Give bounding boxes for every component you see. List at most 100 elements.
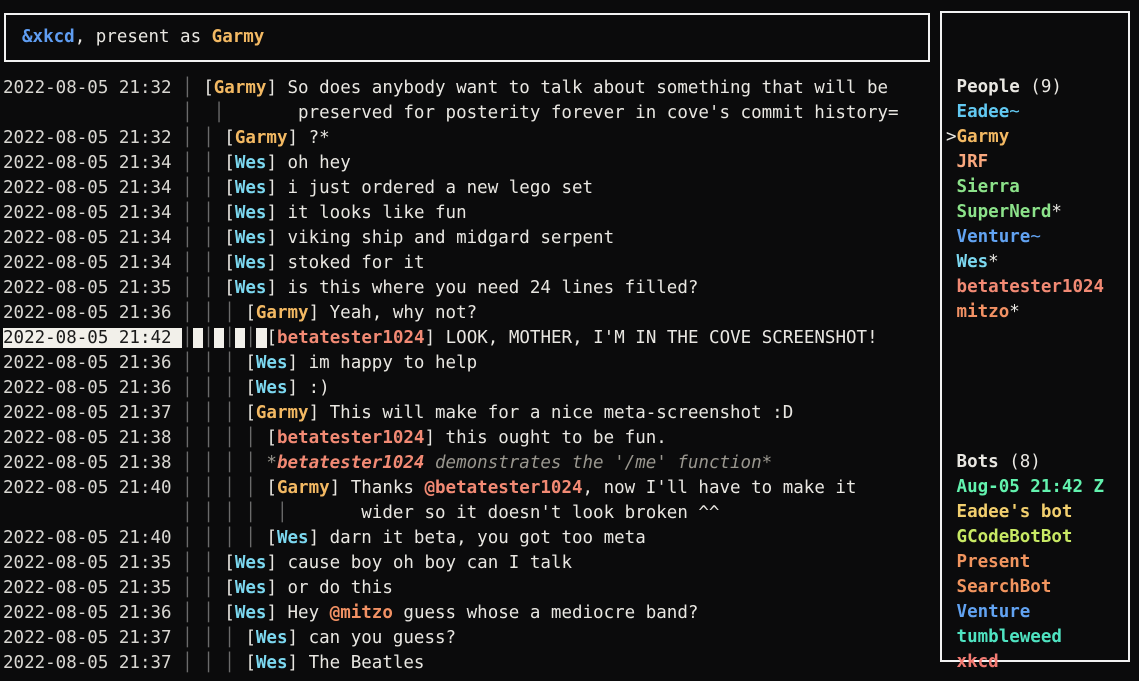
thread-rail: │ │ │ bbox=[182, 353, 245, 373]
message-text: [ bbox=[266, 428, 277, 448]
chat-message-row[interactable]: 2022-08-05 21:35 │ │ [Wes] cause boy oh … bbox=[3, 551, 899, 576]
message-text: [ bbox=[224, 603, 235, 623]
message-text: [ bbox=[245, 628, 256, 648]
chat-message-row[interactable]: 2022-08-05 21:34 │ │ [Wes] it looks like… bbox=[3, 201, 899, 226]
message-text: ] Thanks bbox=[330, 478, 425, 498]
people-item[interactable]: >Garmy bbox=[946, 125, 1128, 150]
chat-message-row[interactable]: 2022-08-05 21:36 │ │ [Wes] Hey @mitzo gu… bbox=[3, 601, 899, 626]
chat-message-row[interactable]: 2022-08-05 21:34 │ │ [Wes] oh hey bbox=[3, 151, 899, 176]
timestamp: 2022-08-05 21:38 bbox=[3, 453, 182, 473]
chat-message-row[interactable]: 2022-08-05 21:40 │ │ │ │ [Garmy] Thanks … bbox=[3, 476, 899, 501]
chat-message-row[interactable]: 2022-08-05 21:37 │ │ │ [Garmy] This will… bbox=[3, 401, 899, 426]
active-marker bbox=[946, 602, 957, 622]
thread-rail: │ │ bbox=[182, 178, 224, 198]
chat-log[interactable]: 2022-08-05 21:32 │ [Garmy] So does anybo… bbox=[3, 76, 899, 676]
message-text: [ bbox=[267, 328, 278, 348]
chat-message-row[interactable]: 2022-08-05 21:35 │ │ [Wes] is this where… bbox=[3, 276, 899, 301]
people-count: (9) bbox=[1020, 77, 1062, 97]
selection-cell bbox=[193, 328, 204, 348]
nick-text: Wes bbox=[235, 228, 267, 248]
thread-rail: │ bbox=[182, 328, 193, 348]
message-text: ] Hey bbox=[266, 603, 329, 623]
member-nick: tumbleweed bbox=[957, 627, 1062, 647]
message-text: ] or do this bbox=[266, 578, 392, 598]
bots-item[interactable]: Eadee's bot bbox=[946, 500, 1128, 525]
member-panel: People (9) Eadee~>Garmy JRF Sierra Super… bbox=[940, 11, 1130, 662]
bots-item[interactable]: Aug-05 21:42 Z bbox=[946, 475, 1128, 500]
chat-message-row[interactable]: 2022-08-05 21:38 │ │ │ │ *betatester1024… bbox=[3, 451, 899, 476]
timestamp: 2022-08-05 21:32 bbox=[3, 78, 182, 98]
chat-message-row[interactable]: 2022-08-05 21:37 │ │ │ [Wes] The Beatles bbox=[3, 651, 899, 676]
nick-text: Wes bbox=[256, 628, 288, 648]
chat-message-row[interactable]: 2022-08-05 21:34 │ │ [Wes] i just ordere… bbox=[3, 176, 899, 201]
message-text: ] Yeah, why not? bbox=[309, 303, 478, 323]
timestamp: 2022-08-05 21:37 bbox=[3, 403, 182, 423]
active-marker bbox=[946, 652, 957, 672]
chat-message-row[interactable]: 2022-08-05 21:37 │ │ │ [Wes] can you gue… bbox=[3, 626, 899, 651]
people-item[interactable]: Venture~ bbox=[946, 225, 1128, 250]
timestamp: 2022-08-05 21:37 bbox=[3, 628, 182, 648]
thread-rail: │ │ bbox=[182, 128, 224, 148]
people-list: People (9) Eadee~>Garmy JRF Sierra Super… bbox=[946, 75, 1128, 325]
message-text: ] i just ordered a new lego set bbox=[266, 178, 593, 198]
bots-title: Bots (8) bbox=[946, 450, 1128, 475]
chat-message-row[interactable]: 2022-08-05 21:36 │ │ │ [Garmy] Yeah, why… bbox=[3, 301, 899, 326]
chat-message-row[interactable]: 2022-08-05 21:36 │ │ │ [Wes] :) bbox=[3, 376, 899, 401]
bots-item[interactable]: Present bbox=[946, 550, 1128, 575]
message-text: ] cause boy oh boy can I talk bbox=[266, 553, 572, 573]
thread-rail: │ bbox=[203, 328, 214, 348]
chat-message-row[interactable]: │ │ │ │ │ wider so it doesn't look broke… bbox=[3, 501, 899, 526]
presence-nick: Garmy bbox=[212, 27, 265, 47]
people-item[interactable]: mitzo* bbox=[946, 300, 1128, 325]
chat-message-row[interactable]: 2022-08-05 21:34 │ │ [Wes] viking ship a… bbox=[3, 226, 899, 251]
people-item[interactable]: Sierra bbox=[946, 175, 1128, 200]
timestamp: 2022-08-05 21:40 bbox=[3, 478, 182, 498]
bots-item[interactable]: GCodeBotBot bbox=[946, 525, 1128, 550]
timestamp: 2022-08-05 21:38 bbox=[3, 428, 182, 448]
chat-message-row[interactable]: 2022-08-05 21:32 │ │ [Garmy] ?* bbox=[3, 126, 899, 151]
chat-app-window: &xkcd, present as Garmy 2022-08-05 21:32… bbox=[0, 0, 1139, 681]
thread-rail: │ │ │ │ bbox=[182, 453, 266, 473]
thread-rail: │ │ │ │ bbox=[182, 428, 266, 448]
bots-item[interactable]: SearchBot bbox=[946, 575, 1128, 600]
people-item[interactable]: SuperNerd* bbox=[946, 200, 1128, 225]
message-text: ] darn it beta, you got too meta bbox=[309, 528, 646, 548]
nick-text: Wes bbox=[235, 578, 267, 598]
selection-cell bbox=[256, 328, 267, 348]
timestamp: 2022-08-05 21:32 bbox=[3, 128, 182, 148]
chat-message-row[interactable]: 2022-08-05 21:40 │ │ │ │ [Wes] darn it b… bbox=[3, 526, 899, 551]
message-text: [ bbox=[224, 253, 235, 273]
chat-message-row[interactable]: 2022-08-05 21:32 │ [Garmy] So does anybo… bbox=[3, 76, 899, 101]
message-text: ] stoked for it bbox=[266, 253, 424, 273]
message-text: ] :) bbox=[288, 378, 330, 398]
chat-message-row[interactable]: │ │ preserved for posterity forever in c… bbox=[3, 101, 899, 126]
timestamp: 2022-08-05 21:36 bbox=[3, 603, 182, 623]
bots-count: (8) bbox=[999, 452, 1041, 472]
active-marker bbox=[946, 527, 957, 547]
people-item[interactable]: betatester1024 bbox=[946, 275, 1128, 300]
member-nick: mitzo bbox=[957, 302, 1010, 322]
thread-rail: │ │ │ bbox=[182, 403, 245, 423]
thread-rail: │ │ bbox=[182, 253, 224, 273]
bots-item[interactable]: tumbleweed bbox=[946, 625, 1128, 650]
chat-message-row[interactable]: 2022-08-05 21:34 │ │ [Wes] stoked for it bbox=[3, 251, 899, 276]
chat-message-row[interactable]: 2022-08-05 21:35 │ │ [Wes] or do this bbox=[3, 576, 899, 601]
people-item[interactable]: Eadee~ bbox=[946, 100, 1128, 125]
message-text: [ bbox=[245, 353, 256, 373]
timestamp bbox=[3, 103, 182, 123]
chat-message-row[interactable]: 2022-08-05 21:38 │ │ │ │ [betatester1024… bbox=[3, 426, 899, 451]
thread-rail: │ │ │ │ bbox=[182, 528, 266, 548]
chat-message-row[interactable]: 2022-08-05 21:36 │ │ │ [Wes] im happy to… bbox=[3, 351, 899, 376]
message-text: [ bbox=[224, 128, 235, 148]
thread-rail: │ │ bbox=[182, 578, 224, 598]
bots-item[interactable]: Venture bbox=[946, 600, 1128, 625]
nick-text: betatester1024 bbox=[277, 428, 425, 448]
thread-rail: │ │ bbox=[182, 228, 224, 248]
bots-item[interactable]: xkcd bbox=[946, 650, 1128, 675]
people-item[interactable]: Wes* bbox=[946, 250, 1128, 275]
timestamp: 2022-08-05 21:36 bbox=[3, 303, 182, 323]
chat-message-row-selected[interactable]: 2022-08-05 21:42 │ │ │ │ [betatester1024… bbox=[3, 326, 899, 351]
nick-text: Wes bbox=[235, 253, 267, 273]
people-item[interactable]: JRF bbox=[946, 150, 1128, 175]
active-marker bbox=[946, 177, 957, 197]
